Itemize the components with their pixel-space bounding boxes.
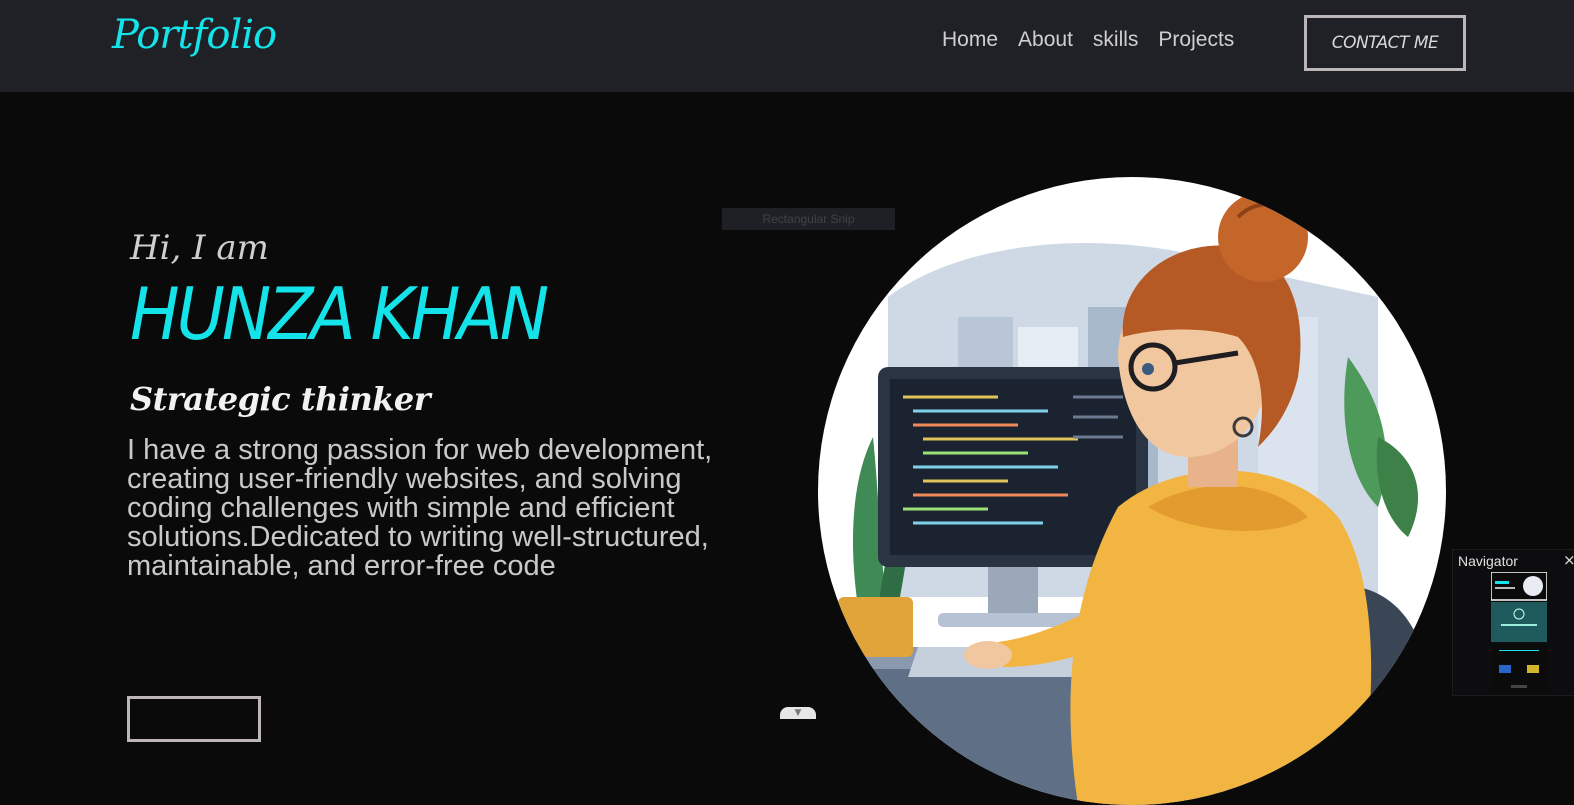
chevron-down-icon: ▼ [794, 708, 802, 718]
navigator-title: Navigator [1458, 553, 1518, 569]
scroll-down-button[interactable]: ▼ [780, 707, 816, 719]
hero-name: HUNZA KHAN [130, 272, 549, 357]
hero-greeting: Hi, I am [130, 228, 269, 268]
nav-link-about[interactable]: About [1018, 28, 1073, 52]
hero-tagline: Strategic thinker [130, 380, 431, 418]
rectangular-snip-label: Rectangular Snip [722, 208, 895, 230]
hero-cta-button[interactable] [127, 696, 261, 742]
navbar: Portfolio Home About skills Projects CON… [0, 0, 1574, 92]
navigator-panel: Navigator × [1452, 549, 1574, 696]
hero-illustration [818, 177, 1446, 805]
nav-link-projects[interactable]: Projects [1158, 28, 1234, 52]
close-icon[interactable]: × [1563, 551, 1574, 569]
navigator-thumbnail[interactable] [1491, 572, 1547, 692]
nav-links: Home About skills Projects [942, 28, 1234, 52]
nav-link-home[interactable]: Home [942, 28, 998, 52]
contact-me-button[interactable]: CONTACT ME [1304, 15, 1466, 71]
nav-link-skills[interactable]: skills [1093, 28, 1139, 52]
site-logo[interactable]: Portfolio [112, 12, 277, 58]
coding-woman-illustration [818, 192, 1428, 805]
hero-intro: I have a strong passion for web developm… [127, 434, 713, 582]
